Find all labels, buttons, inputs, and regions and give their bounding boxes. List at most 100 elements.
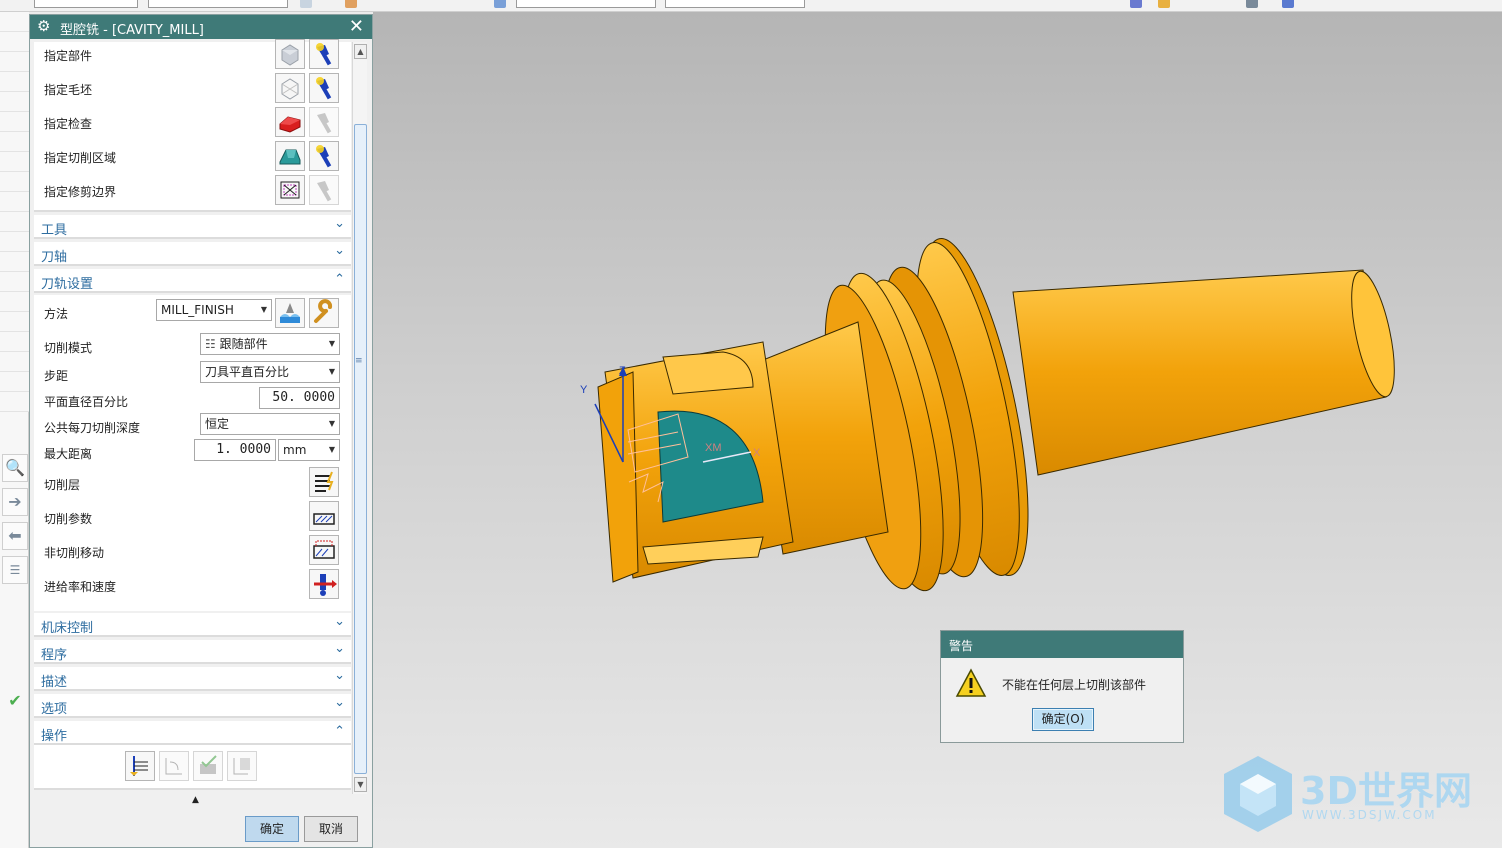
non-cut-moves-label: 非切削移动	[44, 546, 105, 560]
percent-label: 平面直径百分比	[44, 395, 129, 409]
check-geometry-icon[interactable]	[275, 107, 305, 137]
method-edit-icon[interactable]	[275, 298, 305, 328]
axis-label-y: Y	[580, 384, 588, 396]
cut-levels-label: 切削层	[44, 478, 81, 492]
list-output-icon[interactable]	[227, 751, 257, 781]
chevron-up-icon: ⌃	[334, 724, 345, 739]
specify-cut-area-label: 指定切削区域	[44, 151, 117, 165]
warning-icon	[955, 668, 987, 697]
feeds-speeds-label: 进给率和速度	[44, 580, 117, 594]
toolbar-icon[interactable]	[345, 0, 357, 8]
section-program[interactable]: 程序 ⌄	[34, 640, 351, 664]
flashlight-icon[interactable]	[309, 39, 339, 69]
depth-select[interactable]: 恒定 ▼	[200, 413, 340, 435]
tool-holder-model: Z Y XM X	[580, 238, 1395, 592]
ok-button[interactable]: 确定	[245, 816, 299, 842]
warning-ok-button[interactable]: 确定(O)	[1032, 708, 1094, 731]
navigator-rows	[0, 12, 29, 412]
chevron-down-icon: ⌄	[334, 216, 345, 231]
collapse-arrow-icon[interactable]: ▲	[192, 795, 199, 805]
toolbar-icon[interactable]	[1158, 0, 1170, 8]
toolbar-icon[interactable]	[494, 0, 506, 8]
dropdown-arrow-icon: ▼	[260, 305, 267, 314]
max-distance-input[interactable]: 1. 0000	[194, 439, 276, 461]
section-description[interactable]: 描述 ⌄	[34, 667, 351, 691]
section-tool-axis[interactable]: 刀轴 ⌄	[34, 242, 351, 266]
cut-levels-button[interactable]	[309, 467, 339, 497]
flashlight-icon[interactable]	[309, 141, 339, 171]
method-label: 方法	[44, 307, 69, 321]
chevron-down-icon: ⌄	[334, 614, 345, 629]
cut-params-button[interactable]	[309, 501, 339, 531]
depth-label: 公共每刀切削深度	[44, 421, 141, 435]
flashlight-icon[interactable]	[309, 107, 339, 137]
toolbar-combo-2[interactable]	[148, 0, 288, 8]
cut-pattern-select[interactable]: ☷ 跟随部件 ▼	[200, 333, 340, 355]
section-actions[interactable]: 操作 ⌃	[34, 721, 351, 745]
stepover-value: 刀具平直百分比	[205, 365, 290, 379]
dropdown-arrow-icon: ▼	[328, 367, 335, 376]
toolbar-combo-4[interactable]	[665, 0, 805, 8]
flashlight-icon[interactable]	[309, 73, 339, 103]
scroll-up-icon[interactable]: ▲	[354, 44, 367, 59]
generate-path-icon[interactable]	[125, 751, 155, 781]
unit-select[interactable]: mm ▼	[278, 439, 340, 461]
dialog-titlebar: ⚙ 型腔铣 - [CAVITY_MILL] ✕	[30, 15, 372, 39]
geometry-section: 指定部件 指定毛坯 指定检查 指定切削区域 指定修剪边界	[34, 39, 351, 212]
cut-area-icon[interactable]	[275, 141, 305, 171]
dialog-scrollbar[interactable]: ▲ ≡ ▼	[352, 42, 367, 794]
warning-message: 不能在任何层上切削该部件	[1002, 678, 1147, 692]
section-machine-control[interactable]: 机床控制 ⌄	[34, 613, 351, 637]
gear-icon[interactable]: ⚙	[37, 17, 50, 35]
non-cut-moves-button[interactable]	[309, 535, 339, 565]
arrow-left-icon[interactable]: ⬅	[2, 522, 28, 550]
section-options[interactable]: 选项 ⌄	[34, 694, 351, 718]
watermark: 3D世界网 WWW.3DSJW.COM	[1218, 752, 1488, 836]
axis-label-xm: XM	[705, 442, 722, 454]
arrow-right-icon[interactable]: ➔	[2, 488, 28, 516]
toolbar-combo-3[interactable]	[516, 0, 656, 8]
unit-value: mm	[283, 443, 307, 457]
feeds-speeds-button[interactable]	[309, 569, 339, 599]
toolbar-icon[interactable]	[1246, 0, 1258, 8]
dialog-title: 型腔铣 - [CAVITY_MILL]	[60, 23, 204, 38]
chevron-up-icon: ⌃	[334, 272, 345, 287]
trim-boundary-icon[interactable]	[275, 175, 305, 205]
flashlight-icon[interactable]	[309, 175, 339, 205]
max-distance-label: 最大距离	[44, 447, 93, 461]
grip-icon: ≡	[355, 356, 363, 366]
zoom-icon[interactable]: 🔍	[2, 454, 28, 482]
verify-icon[interactable]	[193, 751, 223, 781]
dropdown-arrow-icon: ▼	[328, 339, 335, 348]
toolbar-icon[interactable]	[300, 0, 312, 8]
dropdown-arrow-icon: ▼	[328, 445, 335, 454]
list-icon[interactable]: ☰	[2, 556, 28, 584]
scroll-down-icon[interactable]: ▼	[354, 777, 367, 792]
part-geometry-icon[interactable]	[275, 39, 305, 69]
method-select[interactable]: MILL_FINISH ▼	[156, 299, 272, 321]
check-icon[interactable]: ✔	[2, 688, 28, 716]
replay-icon[interactable]	[159, 751, 189, 781]
section-path-settings[interactable]: 刀轨设置 ⌃	[34, 269, 351, 293]
specify-check-label: 指定检查	[44, 117, 93, 131]
method-value: MILL_FINISH	[161, 303, 234, 317]
scroll-thumb[interactable]	[354, 124, 367, 774]
chevron-down-icon: ⌄	[334, 695, 345, 710]
section-tool[interactable]: 工具 ⌄	[34, 215, 351, 239]
graphics-viewport[interactable]: Z Y XM X	[373, 12, 1502, 848]
wrench-icon[interactable]	[309, 298, 339, 328]
depth-value: 恒定	[205, 417, 230, 431]
cavity-mill-dialog: ⚙ 型腔铣 - [CAVITY_MILL] ✕ 指定部件 指定毛坯 指定检查 指…	[29, 14, 373, 848]
axis-label-z: Z	[619, 365, 626, 377]
actions-body	[34, 745, 351, 790]
toolbar-combo-1[interactable]	[34, 0, 138, 8]
top-toolbar	[0, 0, 1502, 12]
stepover-select[interactable]: 刀具平直百分比 ▼	[200, 361, 340, 383]
warning-dialog: 警告 不能在任何层上切削该部件 确定(O)	[940, 630, 1184, 743]
close-icon[interactable]: ✕	[349, 16, 364, 37]
toolbar-icon[interactable]	[1130, 0, 1142, 8]
cancel-button[interactable]: 取消	[304, 816, 358, 842]
percent-input[interactable]: 50. 0000	[259, 387, 340, 409]
blank-geometry-icon[interactable]	[275, 73, 305, 103]
toolbar-icon[interactable]	[1282, 0, 1294, 8]
